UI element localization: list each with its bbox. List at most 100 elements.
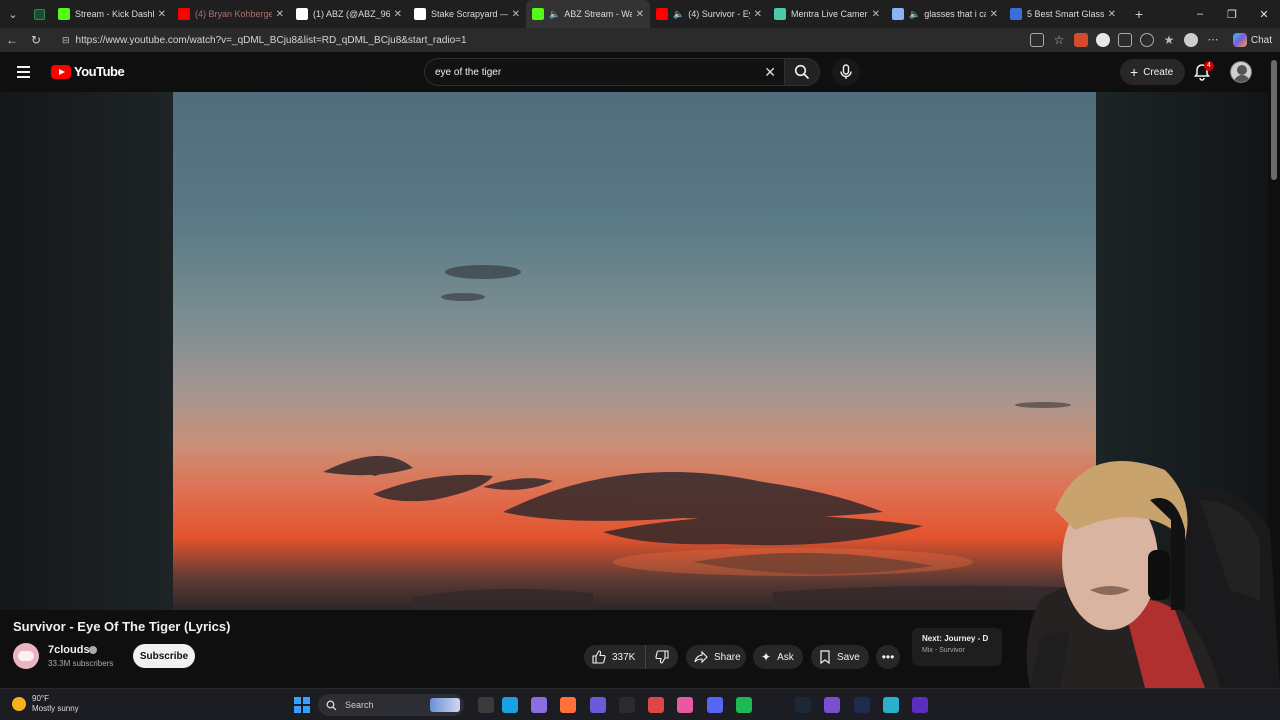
save-button[interactable]: Save (811, 645, 869, 669)
app-icon[interactable] (590, 697, 606, 713)
favorite-star-icon[interactable]: ☆ (1052, 33, 1066, 47)
copilot-icon[interactable] (531, 697, 547, 713)
clear-search-icon[interactable]: ✕ (764, 64, 776, 81)
share-arrow-icon (694, 650, 708, 664)
file-explorer-icon[interactable] (478, 697, 494, 713)
search-button[interactable] (784, 58, 820, 86)
profile-avatar-icon[interactable] (1184, 33, 1198, 47)
close-tab-icon[interactable]: ✕ (636, 9, 644, 20)
channel-avatar[interactable] (13, 643, 39, 669)
search-highlight-image (430, 698, 460, 712)
discord-icon[interactable] (707, 697, 723, 713)
address-bar-row: ← ↻ ⊟ https://www.youtube.com/watch?v=_q… (0, 28, 1280, 52)
subscribe-button[interactable]: Subscribe (133, 644, 195, 668)
tab-title: glasses that i can (924, 9, 985, 19)
copilot-chat-button[interactable]: Chat (1232, 31, 1272, 49)
workspaces-icon[interactable] (26, 0, 52, 28)
steam-icon[interactable] (795, 697, 811, 713)
close-tab-icon[interactable]: ✕ (276, 9, 284, 20)
favorites-icon[interactable]: ★ (1162, 33, 1176, 47)
browser-tab[interactable]: 🔈 (4) Survivor - Eye O ✕ (650, 0, 768, 28)
browser-tab[interactable]: Mentra Live Camera Gl ✕ (768, 0, 886, 28)
ambient-glow-left (0, 92, 173, 610)
fx-icon[interactable] (912, 697, 928, 713)
minimize-button[interactable]: – (1184, 0, 1216, 28)
close-tab-icon[interactable]: ✕ (754, 9, 762, 20)
close-tab-icon[interactable]: ✕ (1108, 9, 1116, 20)
tab-list-chevron-icon[interactable]: ⌄ (0, 0, 26, 28)
video-player[interactable] (173, 92, 1096, 610)
account-avatar[interactable] (1230, 61, 1252, 83)
restore-button[interactable]: ❐ (1216, 0, 1248, 28)
close-tab-icon[interactable]: ✕ (990, 9, 998, 20)
extension-shield-icon[interactable] (1096, 33, 1110, 47)
browser-tab[interactable]: Stream - Kick Dashboa ✕ (52, 0, 172, 28)
more-options-icon[interactable]: ⋯ (1206, 33, 1220, 47)
sparkle-icon: ✦ (761, 650, 772, 664)
chat-label: Chat (1250, 34, 1272, 46)
more-actions-icon[interactable]: ••• (876, 645, 900, 669)
firefox-icon[interactable] (560, 697, 576, 713)
hamburger-menu-icon[interactable] (17, 62, 37, 82)
url-field[interactable]: ⊟ https://www.youtube.com/watch?v=_qDML_… (56, 30, 996, 50)
tab-title: (4) Bryan Kohberger's (195, 9, 272, 19)
close-tab-icon[interactable]: ✕ (872, 9, 880, 20)
tab-title: (1) ABZ (@ABZ_96) / X (313, 9, 390, 19)
browser-tab-strip: ⌄ Stream - Kick Dashboa✕(4) Bryan Kohber… (0, 0, 1280, 28)
app-teal-icon[interactable] (883, 697, 899, 713)
notification-count-badge: 4 (1204, 61, 1214, 71)
weather-temperature: 90°F (32, 694, 49, 703)
back-button[interactable]: ← (0, 28, 24, 52)
spotify-icon[interactable] (736, 697, 752, 713)
channel-name[interactable]: 7clouds (48, 644, 90, 656)
share-label: Share (714, 651, 741, 663)
speaker-icon[interactable]: 🔈 (909, 9, 920, 20)
search-input[interactable]: eye of the tiger ✕ (424, 58, 784, 86)
bookmark-icon (820, 650, 830, 664)
kick-icon (58, 8, 70, 20)
windows-start-icon[interactable] (294, 697, 310, 713)
reload-button[interactable]: ↻ (24, 28, 48, 52)
voice-search-button[interactable] (832, 58, 860, 86)
browser-tab[interactable]: Stake Scrapyard — On ✕ (408, 0, 526, 28)
youtube-logo[interactable]: YouTube (51, 64, 125, 79)
browser-tab[interactable]: 🔈 glasses that i can ✕ (886, 0, 1004, 28)
browser-tab[interactable]: (4) Bryan Kohberger's ✕ (172, 0, 290, 28)
next-video-card[interactable]: Next: Journey - D Mix - Survivor (912, 628, 1002, 666)
scrollbar-thumb[interactable] (1271, 60, 1277, 180)
app-purple-icon[interactable] (824, 697, 840, 713)
close-tab-icon[interactable]: ✕ (394, 9, 402, 20)
itunes-icon[interactable] (677, 697, 693, 713)
close-tab-icon[interactable]: ✕ (512, 9, 520, 20)
extension-red-icon[interactable] (1074, 33, 1088, 47)
taskbar-search-box[interactable]: Search (318, 694, 464, 716)
copilot-icon (1232, 33, 1247, 47)
next-video-title: Next: Journey - D (922, 634, 989, 643)
new-tab-button[interactable]: + (1126, 0, 1152, 28)
thumbs-up-icon (592, 650, 606, 664)
site-info-icon[interactable]: ⊟ (62, 35, 70, 46)
obs-icon[interactable] (619, 697, 635, 713)
dislike-button[interactable] (646, 645, 678, 669)
app-blue-icon[interactable] (854, 697, 870, 713)
sunset-sky-frame (323, 265, 1096, 610)
weather-widget[interactable]: 90°F Mostly sunny (12, 694, 79, 714)
browser-tab[interactable]: 5 Best Smart Glasses fo ✕ (1004, 0, 1122, 28)
speaker-icon[interactable]: 🔈 (549, 9, 560, 20)
ask-button[interactable]: ✦ Ask (753, 645, 803, 669)
speaker-icon[interactable]: 🔈 (673, 9, 684, 20)
browser-tab[interactable]: 🔈 ABZ Stream - Wat ✕ (526, 0, 650, 28)
close-tab-icon[interactable]: ✕ (158, 9, 166, 20)
split-screen-icon[interactable] (1030, 33, 1044, 47)
browser-tab[interactable]: (1) ABZ (@ABZ_96) / X ✕ (290, 0, 408, 28)
extensions-puzzle-icon[interactable] (1118, 33, 1132, 47)
plus-icon: + (1130, 64, 1139, 80)
mentra-icon (774, 8, 786, 20)
create-button[interactable]: + Create (1120, 59, 1186, 85)
like-button[interactable]: 337K (584, 645, 646, 669)
close-window-button[interactable]: ✕ (1248, 0, 1280, 28)
edge-icon[interactable] (502, 697, 518, 713)
settings-gear-icon[interactable] (1140, 33, 1154, 47)
app-red-icon[interactable] (648, 697, 664, 713)
share-button[interactable]: Share (686, 645, 746, 669)
